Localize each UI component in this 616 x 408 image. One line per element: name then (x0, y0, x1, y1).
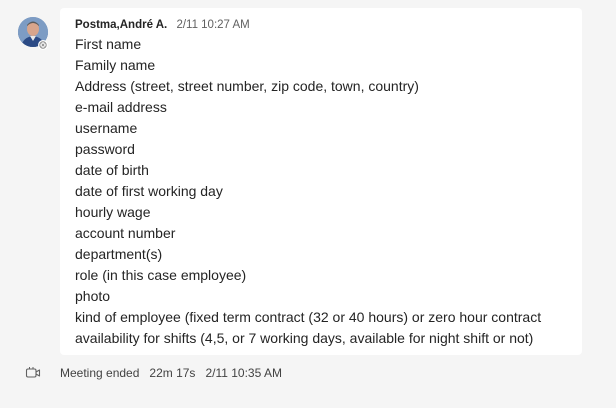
message-line: First name (75, 36, 142, 52)
message-body: First name Family name Address (street, … (75, 34, 567, 349)
message-line: role (in this case employee) (75, 267, 247, 283)
message-line: availability for shifts (4,5, or 7 worki… (75, 330, 534, 346)
message-line: kind of employee (fixed term contract (3… (75, 309, 542, 325)
meeting-timestamp: 2/11 10:35 AM (205, 366, 282, 380)
message-timestamp: 2/11 10:27 AM (176, 19, 250, 31)
message-line: account number (75, 225, 176, 241)
message-line: username (75, 120, 138, 136)
message-line: password (75, 141, 135, 157)
message-line: date of birth (75, 162, 149, 178)
message-line: department(s) (75, 246, 163, 262)
message-line: photo (75, 288, 111, 304)
message-line: Address (street, street number, zip code… (75, 78, 419, 94)
message-line: date of first working day (75, 183, 223, 199)
meeting-status: Meeting ended (60, 366, 140, 380)
message-header: Postma,André A. 2/11 10:27 AM (75, 16, 567, 35)
chat-pane: Postma,André A. 2/11 10:27 AM First name… (0, 0, 616, 408)
message-line: e-mail address (75, 99, 167, 115)
meeting-duration: 22m 17s (149, 366, 196, 380)
message-bubble[interactable]: Postma,André A. 2/11 10:27 AM First name… (60, 8, 582, 355)
meeting-camera-icon (25, 365, 41, 388)
presence-offline-icon (38, 40, 48, 50)
message-line: Family name (75, 57, 156, 73)
meeting-info: Meeting ended 22m 17s 2/11 10:35 AM (60, 362, 292, 384)
author-name[interactable]: Postma,André A. (75, 19, 167, 31)
meeting-ended-notice[interactable]: Meeting ended 22m 17s 2/11 10:35 AM (0, 362, 616, 384)
message-line: hourly wage (75, 204, 151, 220)
